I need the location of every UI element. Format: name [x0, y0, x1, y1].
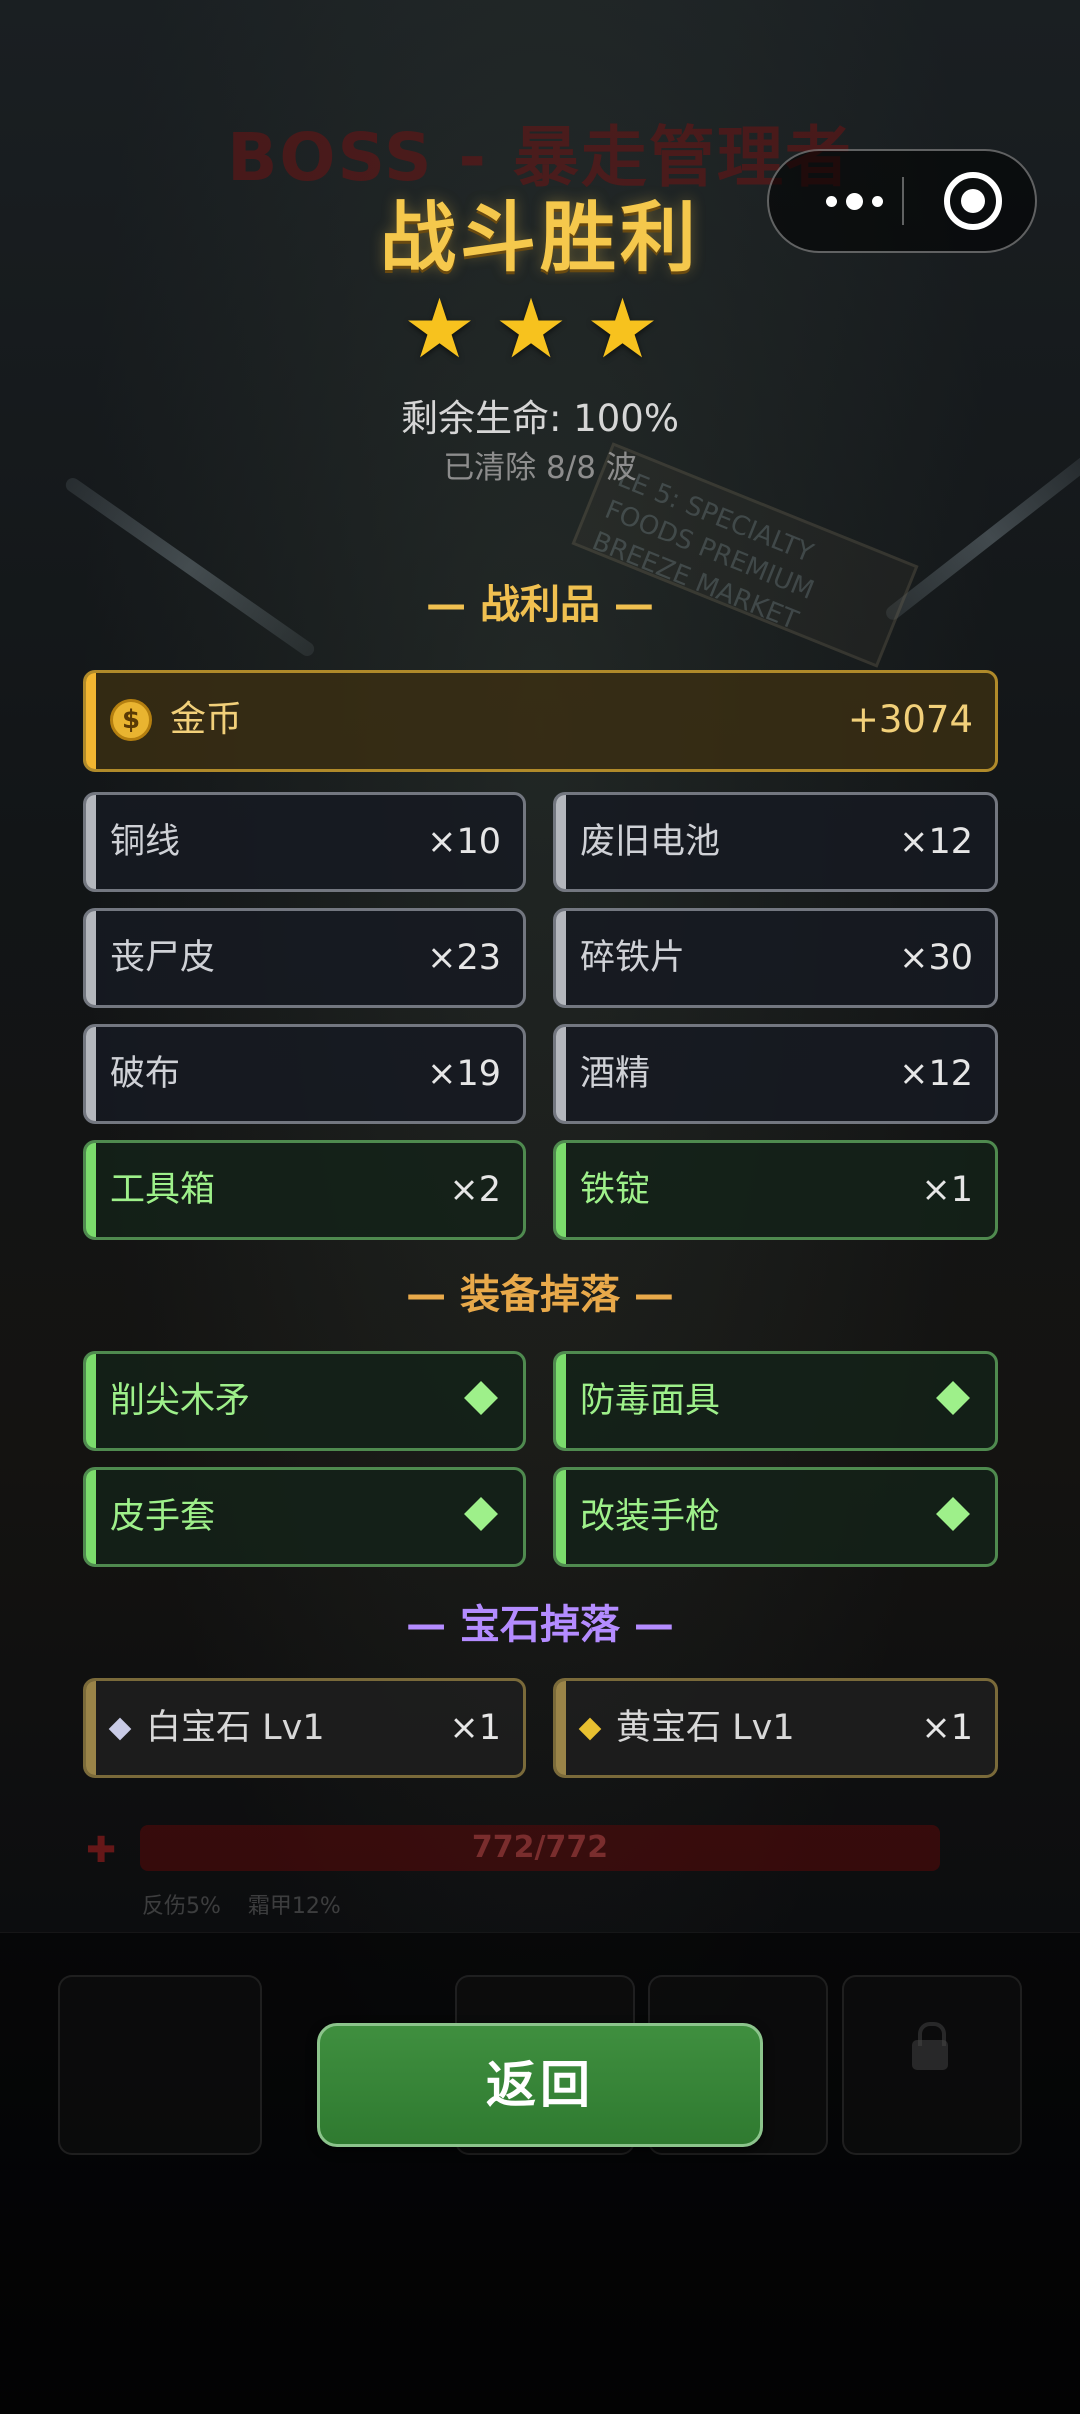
yellow-gem-icon [578, 1717, 602, 1741]
loot-item: 破布 ×19 [83, 1024, 526, 1124]
item-name: 铁锭 [580, 1170, 651, 1210]
item-name: 酒精 [580, 1054, 651, 1094]
item-qty: ×1 [449, 1708, 501, 1748]
loot-item: 废旧电池 ×12 [553, 792, 998, 892]
rarity-bar [86, 1354, 96, 1448]
rarity-bar [86, 1027, 96, 1121]
item-name: 皮手套 [110, 1497, 216, 1537]
rarity-bar [86, 795, 96, 889]
item-name: 黄宝石 Lv1 [616, 1708, 795, 1748]
loot-item: 碎铁片 ×30 [553, 908, 998, 1008]
rarity-bar [556, 1470, 566, 1564]
loot-item: 丧尸皮 ×23 [83, 908, 526, 1008]
item-name: 废旧电池 [580, 822, 721, 862]
rarity-bar [86, 1470, 96, 1564]
rarity-bar [556, 1027, 566, 1121]
equipment-section-title: — 装备掉落 — [406, 1272, 674, 1318]
rarity-bar [86, 1143, 96, 1237]
loot-item: 铜线 ×10 [83, 792, 526, 892]
gem-section-title: — 宝石掉落 — [406, 1602, 674, 1648]
remaining-hp: 剩余生命: 100% [400, 397, 679, 440]
gem-item: 黄宝石 Lv1 ×1 [553, 1678, 998, 1778]
ceiling-light [63, 475, 317, 659]
loot-item: 酒精 ×12 [553, 1024, 998, 1124]
game-screen: LE 5: SPECIALTY FOODS PREMIUM BREEZE MAR… [0, 0, 1080, 2414]
gold-reward: $ 金币 +3074 [83, 670, 998, 772]
star-rating: ★★★ [402, 282, 678, 377]
rarity-bar [86, 673, 96, 769]
item-name: 工具箱 [110, 1170, 216, 1210]
loot-item: 工具箱 ×2 [83, 1140, 526, 1240]
rarity-bar [556, 911, 566, 1005]
diamond-icon [464, 1497, 498, 1531]
item-name: 丧尸皮 [110, 938, 216, 978]
equipment-item: 改装手枪 [553, 1467, 998, 1567]
item-qty: ×12 [899, 822, 973, 862]
item-name: 白宝石 Lv1 [146, 1708, 325, 1748]
status-effects: 反伤5% 霜甲12% [142, 1894, 341, 1919]
item-name: 改装手枪 [580, 1497, 721, 1537]
item-name: 碎铁片 [580, 938, 686, 978]
item-qty: ×1 [921, 1170, 973, 1210]
victory-title: 战斗胜利 [380, 193, 700, 282]
equipment-item: 削尖木矛 [83, 1351, 526, 1451]
diamond-icon [464, 1381, 498, 1415]
item-qty: ×30 [899, 938, 973, 978]
health-cross-icon: ✚ [86, 1830, 117, 1871]
item-qty: ×19 [427, 1054, 501, 1094]
item-qty: ×23 [427, 938, 501, 978]
rarity-bar [556, 1354, 566, 1448]
rarity-bar [86, 911, 96, 1005]
gold-label: 金币 [170, 699, 243, 740]
diamond-icon [936, 1381, 970, 1415]
equipment-item: 皮手套 [83, 1467, 526, 1567]
rarity-bar [556, 1143, 566, 1237]
gold-amount: +3074 [847, 698, 973, 741]
white-gem-icon [108, 1717, 132, 1741]
player-hp-bar: 772/772 [140, 1825, 940, 1871]
item-name: 破布 [110, 1054, 181, 1094]
item-name: 削尖木矛 [110, 1381, 251, 1421]
item-qty: ×1 [921, 1708, 973, 1748]
skill-slot [58, 1975, 262, 2155]
equipment-item: 防毒面具 [553, 1351, 998, 1451]
return-button[interactable]: 返回 [317, 2023, 763, 2147]
gem-item: 白宝石 Lv1 ×1 [83, 1678, 526, 1778]
coin-icon: $ [110, 699, 152, 741]
item-qty: ×12 [899, 1054, 973, 1094]
loot-item: 铁锭 ×1 [553, 1140, 998, 1240]
loot-section-title: — 战利品 — [426, 582, 654, 628]
item-qty: ×10 [427, 822, 501, 862]
rarity-bar [556, 795, 566, 889]
item-name: 铜线 [110, 822, 181, 862]
diamond-icon [936, 1497, 970, 1531]
rarity-bar [556, 1681, 566, 1775]
waves-cleared: 已清除 8/8 波 [443, 450, 637, 486]
rarity-bar [86, 1681, 96, 1775]
item-qty: ×2 [449, 1170, 501, 1210]
item-name: 防毒面具 [580, 1381, 721, 1421]
lock-icon [912, 2022, 948, 2070]
